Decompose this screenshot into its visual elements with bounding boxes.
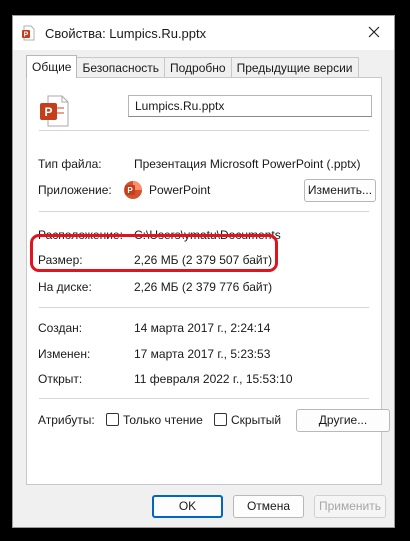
readonly-checkbox[interactable]: [106, 413, 119, 426]
opened-label: Открыт:: [38, 372, 83, 386]
hidden-checkbox[interactable]: [214, 413, 227, 426]
separator: [39, 307, 369, 308]
size-label: Размер:: [38, 253, 83, 267]
filename-input[interactable]: [128, 95, 372, 117]
location-value: C:\Users\ymatu\Documents: [134, 228, 281, 242]
svg-text:P: P: [127, 186, 133, 195]
tab-details[interactable]: Подробно: [164, 57, 232, 77]
size-on-disk-value: 2,26 МБ (2 379 776 байт): [134, 280, 273, 294]
readonly-label[interactable]: Только чтение: [123, 413, 203, 427]
separator: [39, 398, 369, 399]
powerpoint-app-icon: P: [123, 180, 143, 200]
modified-value: 17 марта 2017 г., 5:23:53: [134, 347, 271, 361]
properties-dialog: P Свойства: Lumpics.Ru.pptx Общие Безопа…: [12, 15, 395, 528]
file-type-value: Презентация Microsoft PowerPoint (.pptx): [134, 157, 361, 171]
app-label: Приложение:: [38, 183, 112, 197]
attributes-label: Атрибуты:: [38, 413, 95, 427]
general-tab-panel: P Тип файла: Презентация Microsoft Power…: [26, 77, 390, 485]
change-app-button[interactable]: Изменить...: [304, 179, 376, 202]
other-attributes-button[interactable]: Другие...: [296, 409, 390, 432]
hidden-label[interactable]: Скрытый: [231, 413, 281, 427]
apply-button: Применить: [314, 495, 386, 518]
created-label: Создан:: [38, 321, 83, 335]
svg-text:P: P: [44, 105, 52, 119]
title-bar: P Свойства: Lumpics.Ru.pptx: [13, 16, 394, 50]
close-icon: [368, 26, 380, 41]
svg-text:P: P: [24, 32, 29, 39]
pptx-file-icon: P: [39, 95, 69, 127]
cancel-button[interactable]: Отмена: [233, 495, 304, 518]
tab-security[interactable]: Безопасность: [76, 57, 166, 77]
app-value: PowerPoint: [149, 183, 211, 197]
close-button[interactable]: [354, 16, 394, 50]
tab-strip: Общие Безопасность Подробно Предыдущие в…: [26, 55, 359, 78]
location-label: Расположение:: [38, 228, 123, 242]
size-value: 2,26 МБ (2 379 507 байт): [134, 253, 273, 267]
ok-button[interactable]: OK: [152, 495, 223, 518]
window-title: Свойства: Lumpics.Ru.pptx: [45, 26, 207, 41]
created-value: 14 марта 2017 г., 2:24:14: [134, 321, 271, 335]
modified-label: Изменен:: [38, 347, 91, 361]
tab-previous-versions[interactable]: Предыдущие версии: [230, 57, 359, 77]
size-on-disk-label: На диске:: [38, 280, 92, 294]
separator: [39, 211, 369, 212]
opened-value: 11 февраля 2022 г., 15:53:10: [134, 372, 293, 386]
file-type-label: Тип файла:: [38, 157, 102, 171]
separator: [39, 130, 369, 131]
pptx-file-icon: P: [21, 25, 37, 41]
tab-general[interactable]: Общие: [26, 55, 78, 78]
